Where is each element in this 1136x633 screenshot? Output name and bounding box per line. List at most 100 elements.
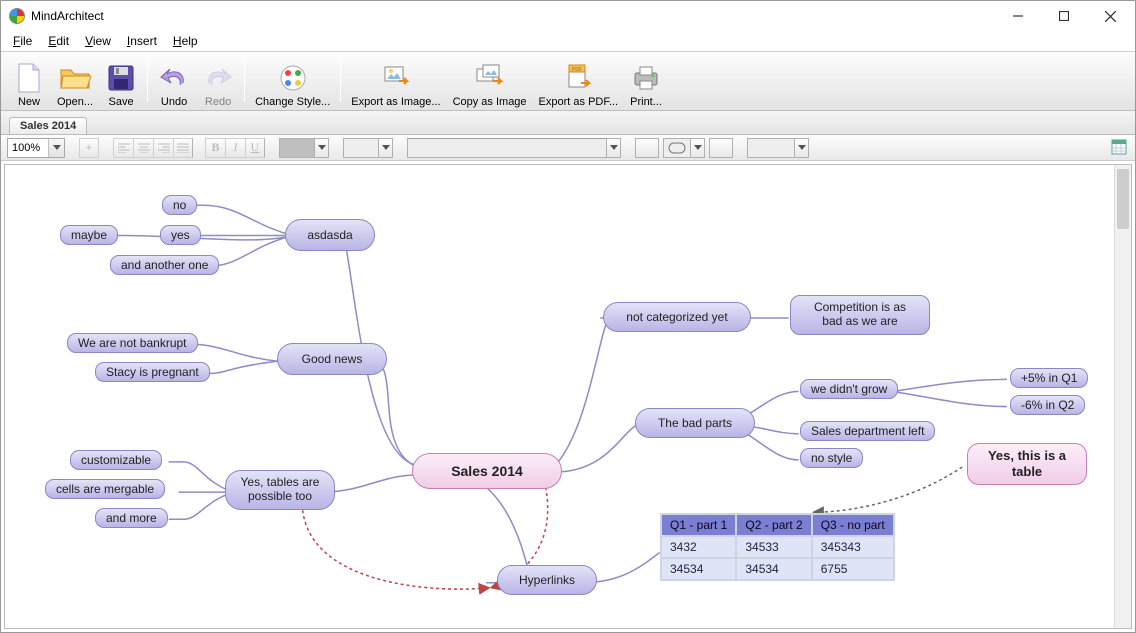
svg-text:PDF: PDF: [572, 67, 582, 73]
title-bar: MindArchitect: [1, 1, 1135, 31]
node-and-more[interactable]: and more: [95, 508, 168, 528]
app-icon: [9, 8, 25, 24]
undo-icon: [158, 62, 190, 94]
edge-style-b-button[interactable]: [709, 138, 733, 158]
table-cell[interactable]: 6755: [812, 558, 894, 580]
menu-bar: File Edit View Insert Help: [1, 31, 1135, 51]
align-center-button[interactable]: [133, 138, 153, 158]
format-toolbar: 100% + B I U: [1, 135, 1135, 161]
bold-button[interactable]: B: [205, 138, 225, 158]
node-asdasda[interactable]: asdasda: [285, 219, 375, 251]
node-minus6[interactable]: -6% in Q2: [1010, 395, 1085, 415]
node-competition[interactable]: Competition is as bad as we are: [790, 295, 930, 335]
node-plus5[interactable]: +5% in Q1: [1010, 368, 1088, 388]
node-good-news[interactable]: Good news: [277, 343, 387, 375]
table-cell[interactable]: 34533: [736, 536, 811, 558]
table-cell[interactable]: 345343: [812, 536, 894, 558]
menu-view[interactable]: View: [79, 32, 117, 50]
change-style-label: Change Style...: [255, 96, 330, 108]
undo-button[interactable]: Undo: [152, 54, 196, 108]
redo-label: Redo: [205, 96, 231, 108]
table-cell[interactable]: 34534: [661, 558, 736, 580]
line-color-picker[interactable]: [747, 138, 809, 158]
undo-label: Undo: [161, 96, 187, 108]
node-sales-left[interactable]: Sales department left: [800, 421, 935, 441]
export-pdf-button[interactable]: PDF Export as PDF...: [533, 54, 624, 108]
table-cell[interactable]: 34534: [736, 558, 811, 580]
align-right-button[interactable]: [153, 138, 173, 158]
fill-color-picker[interactable]: [343, 138, 393, 158]
node-stacy[interactable]: Stacy is pregnant: [95, 362, 210, 382]
table-cell[interactable]: 3432: [661, 536, 736, 558]
italic-button[interactable]: I: [225, 138, 245, 158]
scrollbar-thumb[interactable]: [1117, 169, 1129, 229]
zoom-dropdown-icon[interactable]: [48, 139, 64, 157]
edge-style-a-button[interactable]: [635, 138, 659, 158]
embedded-table[interactable]: Q1 - part 1 Q2 - part 2 Q3 - no part 343…: [660, 513, 895, 581]
node-yes[interactable]: yes: [160, 225, 201, 245]
export-pdf-label: Export as PDF...: [539, 96, 618, 108]
shape-selector[interactable]: [663, 138, 705, 158]
node-bad-parts[interactable]: The bad parts: [635, 408, 755, 438]
menu-edit[interactable]: Edit: [42, 32, 75, 50]
node-hyperlinks[interactable]: Hyperlinks: [497, 565, 597, 595]
change-style-button[interactable]: Change Style...: [249, 54, 336, 108]
callout-this-is-table[interactable]: Yes, this is a table: [967, 443, 1087, 485]
font-selector[interactable]: [407, 138, 621, 158]
node-maybe[interactable]: maybe: [60, 225, 118, 245]
node-another[interactable]: and another one: [110, 255, 219, 275]
node-not-bankrupt[interactable]: We are not bankrupt: [67, 333, 198, 353]
node-tables-text: Yes, tables are possible too: [241, 476, 320, 504]
table-header[interactable]: Q3 - no part: [812, 514, 894, 536]
table-header[interactable]: Q2 - part 2: [736, 514, 811, 536]
open-label: Open...: [57, 96, 93, 108]
align-left-button[interactable]: [113, 138, 133, 158]
node-tables[interactable]: Yes, tables are possible too: [225, 470, 335, 510]
text-style-group: B I U: [205, 138, 265, 158]
copy-image-button[interactable]: Copy as Image: [447, 54, 533, 108]
open-button[interactable]: Open...: [51, 54, 99, 108]
zoom-selector[interactable]: 100%: [7, 138, 65, 158]
node-mergable[interactable]: cells are mergable: [45, 479, 165, 499]
document-tab-strip: Sales 2014: [1, 111, 1135, 135]
close-button[interactable]: [1087, 1, 1133, 31]
document-tab[interactable]: Sales 2014: [9, 117, 87, 134]
toolbar-separator: [147, 58, 148, 102]
new-file-icon: [13, 62, 45, 94]
root-node[interactable]: Sales 2014: [412, 453, 562, 489]
print-button[interactable]: Print...: [624, 54, 668, 108]
open-folder-icon: [59, 62, 91, 94]
node-didnt-grow[interactable]: we didn't grow: [800, 379, 898, 399]
export-image-button[interactable]: Export as Image...: [345, 54, 446, 108]
copy-image-label: Copy as Image: [453, 96, 527, 108]
zoom-value: 100%: [8, 142, 48, 154]
underline-button[interactable]: U: [245, 138, 265, 158]
app-title: MindArchitect: [31, 9, 995, 23]
add-sibling-button[interactable]: +: [79, 138, 99, 158]
overview-icon[interactable]: [1111, 139, 1129, 157]
text-color-picker[interactable]: [279, 138, 329, 158]
menu-help[interactable]: Help: [167, 32, 204, 50]
export-pdf-icon: PDF: [562, 62, 594, 94]
main-toolbar: New Open... Save Undo Redo: [1, 51, 1135, 111]
save-button[interactable]: Save: [99, 54, 143, 108]
canvas-container: Sales 2014 asdasda no yes maybe and anot…: [4, 164, 1132, 629]
node-no[interactable]: no: [162, 195, 197, 215]
node-no-style[interactable]: no style: [800, 448, 863, 468]
export-image-label: Export as Image...: [351, 96, 440, 108]
mindmap-canvas[interactable]: Sales 2014 asdasda no yes maybe and anot…: [5, 165, 1114, 628]
node-customizable[interactable]: customizable: [70, 450, 162, 470]
new-label: New: [18, 96, 40, 108]
node-not-categorized[interactable]: not categorized yet: [603, 302, 751, 332]
vertical-scrollbar[interactable]: [1114, 165, 1131, 628]
maximize-button[interactable]: [1041, 1, 1087, 31]
new-button[interactable]: New: [7, 54, 51, 108]
export-image-icon: [380, 62, 412, 94]
menu-file[interactable]: File: [7, 32, 38, 50]
align-justify-button[interactable]: [173, 138, 193, 158]
minimize-button[interactable]: [995, 1, 1041, 31]
printer-icon: [630, 62, 662, 94]
table-header[interactable]: Q1 - part 1: [661, 514, 736, 536]
redo-button[interactable]: Redo: [196, 54, 240, 108]
menu-insert[interactable]: Insert: [121, 32, 163, 50]
